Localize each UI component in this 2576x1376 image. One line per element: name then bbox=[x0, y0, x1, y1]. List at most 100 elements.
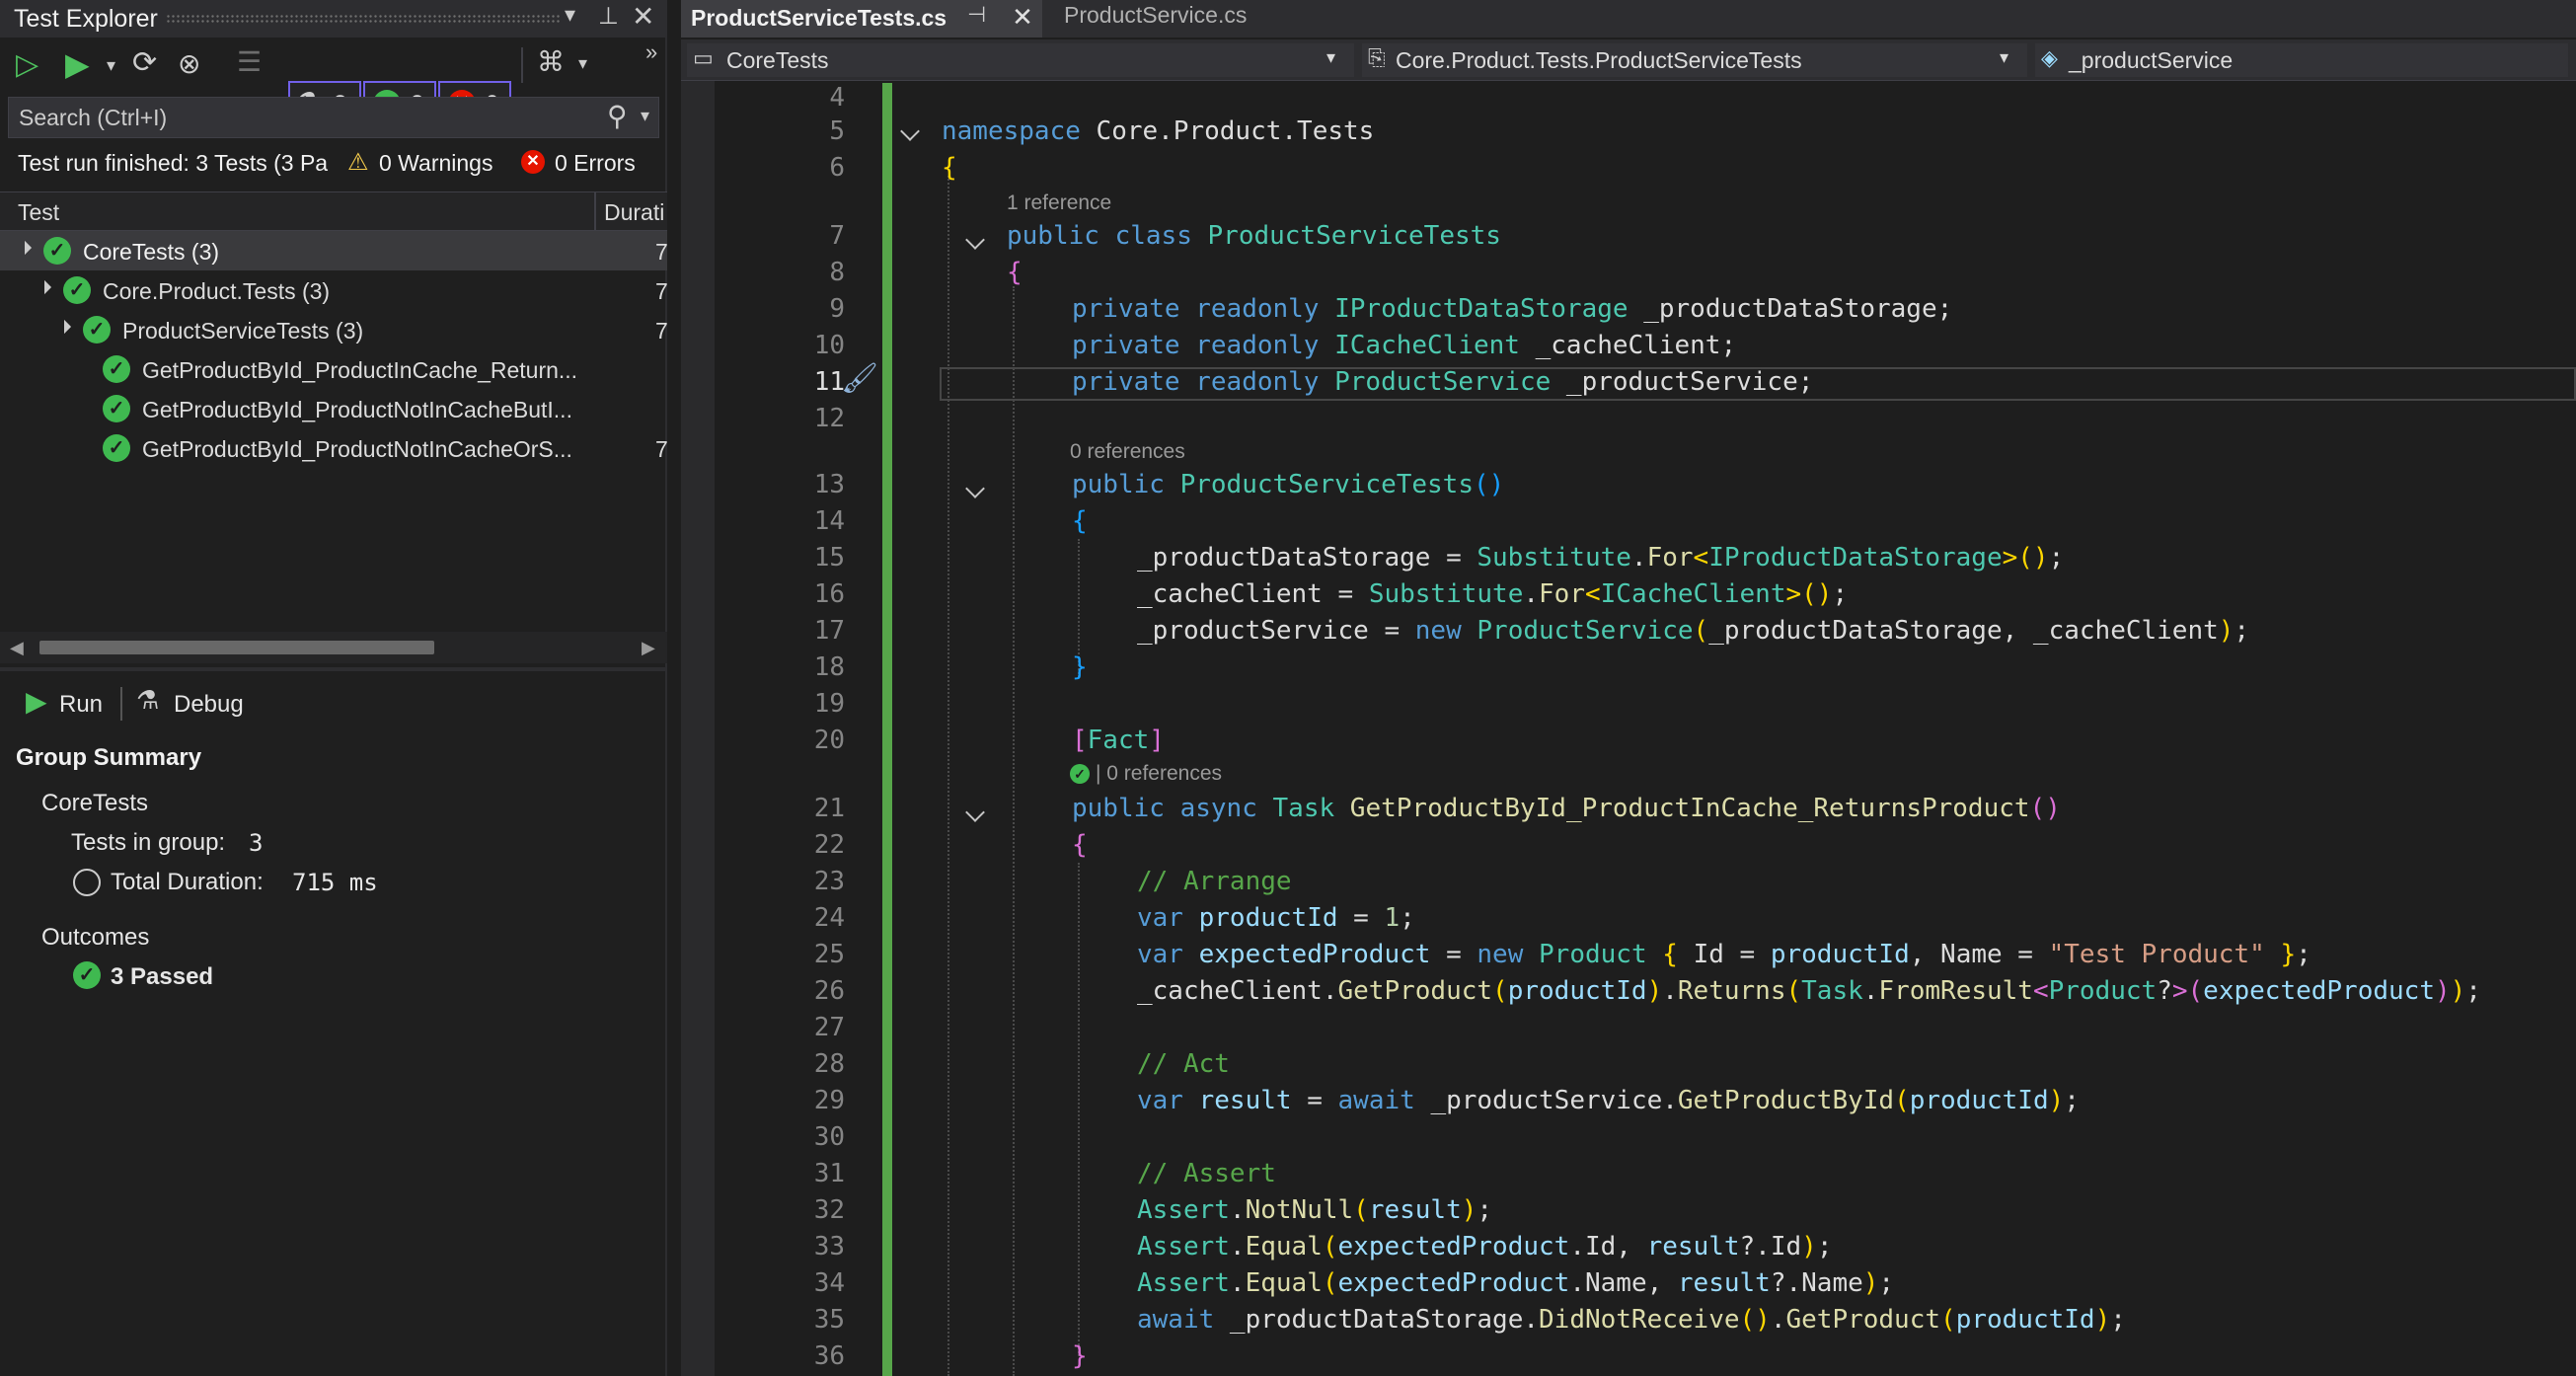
run-status-bar: Test run finished: 3 Tests (3 Pa ⚠ 0 War… bbox=[0, 146, 667, 182]
line-number: 16 bbox=[813, 579, 845, 609]
tree-row-test-1[interactable]: ✓ GetProductById_ProductInCache_Return..… bbox=[0, 349, 667, 389]
panel-title: Test Explorer bbox=[14, 5, 158, 33]
group-summary-heading: Group Summary bbox=[16, 744, 202, 771]
run-dropdown-icon[interactable]: ▾ bbox=[107, 55, 115, 76]
errors-count[interactable]: 0 Errors bbox=[555, 150, 636, 177]
tree-row-test-2[interactable]: ✓ GetProductById_ProductNotInCacheButI..… bbox=[0, 389, 667, 428]
rerun-icon[interactable]: ⟳ bbox=[132, 45, 157, 80]
tree-label: CoreTests (3) bbox=[83, 239, 220, 265]
line-number: 35 bbox=[813, 1305, 845, 1335]
drag-grip[interactable] bbox=[166, 14, 561, 24]
tree-label: Core.Product.Tests (3) bbox=[103, 278, 331, 304]
scrollbar-thumb[interactable] bbox=[39, 641, 434, 654]
group-name: CoreTests bbox=[41, 790, 149, 816]
warnings-count[interactable]: 0 Warnings bbox=[379, 150, 492, 177]
dropdown-icon[interactable]: ▾ bbox=[565, 2, 575, 28]
line-numbers: 4 5 6 7 8 9 10 11 12 13 14 15 16 17 18 19 20 21 22 23 24 25 26… bbox=[681, 83, 855, 1376]
project-icon: ▭ bbox=[693, 45, 714, 70]
passed-icon: ✓ bbox=[103, 395, 130, 422]
code-editor: ProductServiceTests.cs ⊣ ✕ ProductServic… bbox=[681, 0, 2576, 1376]
close-icon[interactable]: ✕ bbox=[632, 0, 654, 33]
tree-duration: 7 bbox=[655, 239, 668, 265]
passed-icon: ✓ bbox=[43, 237, 71, 265]
passed-icon: ✓ bbox=[73, 961, 101, 989]
passed-icon: ✓ bbox=[63, 276, 91, 304]
line-number: 14 bbox=[813, 506, 845, 536]
toolbar-divider bbox=[521, 47, 523, 83]
run-tests-icon[interactable]: ▶ bbox=[65, 45, 90, 83]
total-duration-value: 715 ms bbox=[292, 869, 378, 896]
line-number: 30 bbox=[813, 1122, 845, 1152]
expand-icon[interactable] bbox=[17, 240, 33, 256]
run-all-tests-icon[interactable]: ▷ bbox=[16, 47, 38, 82]
passed-icon: ✓ bbox=[83, 316, 111, 344]
cancel-run-icon[interactable]: ⊗ bbox=[178, 47, 200, 80]
tree-row-coretests[interactable]: ✓ CoreTests (3) 7 bbox=[0, 231, 668, 270]
overflow-icon[interactable]: » bbox=[645, 39, 657, 65]
line-number: 24 bbox=[813, 903, 845, 933]
line-number: 9 bbox=[829, 294, 845, 324]
expand-icon[interactable] bbox=[37, 279, 52, 295]
scroll-right-icon[interactable]: ▶ bbox=[642, 638, 655, 658]
line-number: 32 bbox=[813, 1195, 845, 1225]
search-input[interactable]: Search (Ctrl+I) ⚲ ▾ bbox=[8, 97, 659, 138]
scroll-left-icon[interactable]: ◀ bbox=[10, 638, 24, 658]
outcomes-heading: Outcomes bbox=[41, 924, 150, 951]
line-number: 12 bbox=[813, 404, 845, 433]
line-number: 23 bbox=[813, 867, 845, 896]
line-number: 19 bbox=[813, 689, 845, 719]
expand-icon[interactable] bbox=[56, 319, 72, 335]
tree-row-class[interactable]: ✓ ProductServiceTests (3) 7 bbox=[0, 310, 668, 349]
search-icon[interactable]: ⚲ bbox=[607, 100, 628, 132]
line-number: 27 bbox=[813, 1013, 845, 1042]
run-icon[interactable]: ▶ bbox=[26, 685, 47, 718]
debug-icon[interactable]: ⚗ bbox=[136, 685, 159, 716]
code-text[interactable]: namespace Core.Product.Tests { public cl… bbox=[942, 0, 2576, 1376]
tests-in-group-value: 3 bbox=[249, 829, 264, 857]
line-number: 28 bbox=[813, 1049, 845, 1079]
tree-duration: 7 bbox=[655, 278, 668, 304]
tree-label: GetProductById_ProductNotInCacheButI... bbox=[142, 397, 572, 422]
line-number: 4 bbox=[829, 83, 845, 113]
line-number: 34 bbox=[813, 1268, 845, 1298]
line-number: 33 bbox=[813, 1232, 845, 1261]
tree-label: GetProductById_ProductNotInCacheOrS... bbox=[142, 436, 572, 462]
line-number: 25 bbox=[813, 940, 845, 969]
passed-outcome[interactable]: 3 Passed bbox=[111, 963, 213, 991]
pin-icon[interactable]: ⊥ bbox=[598, 2, 619, 31]
playlist-icon[interactable]: ⌘ bbox=[537, 45, 565, 78]
horizontal-scrollbar[interactable]: ◀ ▶ bbox=[0, 632, 667, 663]
line-number: 26 bbox=[813, 976, 845, 1006]
debug-button[interactable]: Debug bbox=[174, 691, 244, 719]
tree-duration: 7 bbox=[655, 436, 668, 462]
tree-row-test-3[interactable]: ✓ GetProductById_ProductNotInCacheOrS...… bbox=[0, 428, 668, 468]
project-name: CoreTests bbox=[726, 47, 829, 73]
warning-icon: ⚠ bbox=[347, 149, 369, 176]
line-number: 8 bbox=[829, 258, 845, 287]
column-duration[interactable]: Durati bbox=[604, 199, 664, 226]
column-test[interactable]: Test bbox=[18, 199, 59, 226]
playlist-dropdown-icon[interactable]: ▾ bbox=[578, 53, 587, 74]
line-number: 29 bbox=[813, 1086, 845, 1115]
line-number: 15 bbox=[813, 543, 845, 573]
pane-splitter[interactable] bbox=[0, 667, 667, 671]
column-divider[interactable] bbox=[594, 192, 596, 232]
line-number: 7 bbox=[829, 221, 845, 251]
tree-row-namespace[interactable]: ✓ Core.Product.Tests (3) 7 bbox=[0, 270, 668, 310]
quick-actions-icon[interactable]: 🖌 bbox=[841, 361, 878, 396]
toolbar-divider bbox=[120, 687, 122, 721]
test-toolbar: ▷ ▶ ▾ ⟳ ⊗ ☰ ⚗ 3 ✓ 3 ✕ 0 ⌘ ▾ » bbox=[0, 39, 667, 126]
tests-in-group-label: Tests in group: bbox=[71, 829, 226, 856]
search-options-icon[interactable]: ▾ bbox=[641, 106, 649, 126]
test-explorer-titlebar: Test Explorer ▾ ⊥ ✕ bbox=[0, 0, 667, 38]
line-number: 6 bbox=[829, 153, 845, 183]
tree-duration: 7 bbox=[655, 318, 668, 344]
test-explorer-panel: Test Explorer ▾ ⊥ ✕ ▷ ▶ ▾ ⟳ ⊗ ☰ ⚗ 3 ✓ 3 … bbox=[0, 0, 668, 1376]
line-number: 36 bbox=[813, 1341, 845, 1371]
run-button[interactable]: Run bbox=[59, 691, 103, 719]
test-list-header: Test Durati bbox=[0, 191, 667, 232]
line-number: 17 bbox=[813, 616, 845, 646]
filter-icon[interactable]: ☰ bbox=[237, 45, 262, 78]
tree-label: ProductServiceTests (3) bbox=[122, 318, 364, 344]
fold-icon[interactable] bbox=[900, 121, 920, 141]
